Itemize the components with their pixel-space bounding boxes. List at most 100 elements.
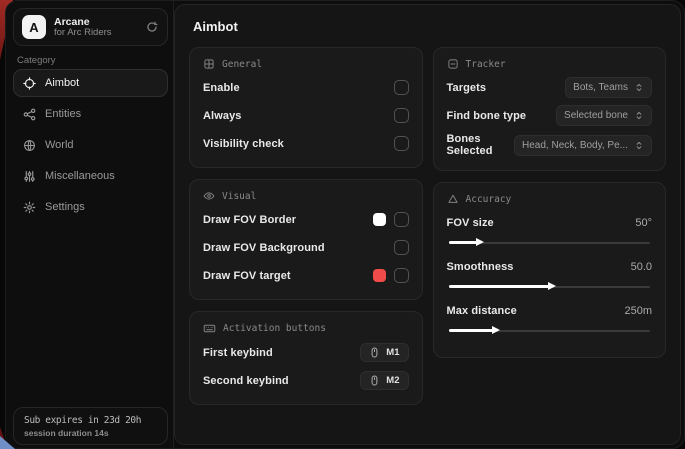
cards-grid: General Enable Always Visibility check — [189, 47, 666, 405]
fov-size-value: 50° — [635, 217, 652, 229]
fov-size-slider[interactable] — [449, 238, 651, 247]
triangle-icon — [447, 193, 459, 205]
brand-card: A Arcane for Arc Riders — [13, 8, 168, 46]
sidebar-item-entities[interactable]: Entities — [13, 100, 168, 128]
sidebar-item-label: Entities — [45, 108, 81, 120]
setting-label: Bones Selected — [447, 133, 515, 157]
brand-name: Arcane — [54, 16, 137, 28]
setting-row: First keybind M1 — [203, 342, 409, 363]
fov-target-color-swatch[interactable] — [373, 269, 386, 282]
slider-fill — [449, 241, 477, 244]
mouse-icon — [369, 375, 380, 386]
draw-fov-border-checkbox[interactable] — [394, 212, 409, 227]
brand-subtitle: for Arc Riders — [54, 28, 137, 39]
page-title: Aimbot — [193, 19, 666, 34]
setting-row: Always — [203, 105, 409, 126]
setting-row: Enable — [203, 77, 409, 98]
setting-label: Visibility check — [203, 138, 284, 150]
setting-row: Find bone type Selected bone — [447, 105, 653, 126]
card-tracker: Tracker Targets Bots, Teams — [433, 47, 667, 171]
card-activation-buttons: Activation buttons First keybind M1 — [189, 311, 423, 405]
select-value: Bots, Teams — [573, 82, 628, 93]
first-keybind-button[interactable]: M1 — [360, 343, 408, 362]
setting-label: Second keybind — [203, 375, 289, 387]
setting-label: Targets — [447, 82, 487, 94]
mouse-icon — [369, 347, 380, 358]
sidebar-item-label: World — [45, 139, 74, 151]
crosshair-icon — [23, 77, 36, 90]
sidebar-item-aimbot[interactable]: Aimbot — [13, 69, 168, 97]
sidebar-item-label: Miscellaneous — [45, 170, 115, 182]
chevrons-up-down-icon — [634, 110, 644, 121]
smoothness-slider[interactable] — [449, 282, 651, 291]
subscription-card: Sub expires in 23d 20h session duration … — [13, 407, 168, 445]
second-keybind-button[interactable]: M2 — [360, 371, 408, 390]
setting-label: Enable — [203, 82, 240, 94]
targets-select[interactable]: Bots, Teams — [565, 77, 652, 98]
setting-row: Smoothness 50.0 — [447, 256, 653, 277]
setting-label: Max distance — [447, 305, 517, 317]
slider-fill — [449, 285, 550, 288]
smoothness-value: 50.0 — [631, 261, 652, 273]
brand-text: Arcane for Arc Riders — [54, 16, 137, 39]
grid-icon — [203, 58, 215, 70]
slider-thumb[interactable] — [476, 238, 484, 246]
gear-icon — [23, 201, 36, 214]
sidebar-item-label: Aimbot — [45, 77, 79, 89]
entities-nodes-icon — [23, 108, 36, 121]
card-title: Tracker — [466, 59, 506, 70]
enable-checkbox[interactable] — [394, 80, 409, 95]
card-visual: Visual Draw FOV Border Draw FOV Backgrou… — [189, 179, 423, 300]
keybind-value: M1 — [386, 347, 399, 358]
sidebar-item-label: Settings — [45, 201, 85, 213]
globe-icon — [23, 139, 36, 152]
session-duration-text: session duration 14s — [24, 428, 157, 438]
card-header: General — [203, 58, 409, 70]
sliders-icon — [23, 170, 36, 183]
setting-row: Visibility check — [203, 133, 409, 154]
select-value: Head, Neck, Body, Pe... — [522, 140, 628, 151]
setting-label: Draw FOV Border — [203, 214, 296, 226]
sidebar-item-settings[interactable]: Settings — [13, 193, 168, 221]
setting-row: Draw FOV Border — [203, 209, 409, 230]
sidebar-nav: Aimbot Entities World — [13, 69, 168, 221]
card-title: General — [222, 59, 262, 70]
fov-border-color-swatch[interactable] — [373, 213, 386, 226]
keyboard-icon — [203, 322, 216, 335]
visibility-check-checkbox[interactable] — [394, 136, 409, 151]
card-general: General Enable Always Visibility check — [189, 47, 423, 168]
card-header: Accuracy — [447, 193, 653, 205]
card-header: Visual — [203, 190, 409, 202]
slider-thumb[interactable] — [492, 326, 500, 334]
sidebar-item-miscellaneous[interactable]: Miscellaneous — [13, 162, 168, 190]
setting-row: Max distance 250m — [447, 300, 653, 321]
category-label: Category — [17, 55, 56, 66]
draw-fov-background-checkbox[interactable] — [394, 240, 409, 255]
main-panel: Aimbot General Enable — [174, 4, 681, 445]
setting-label: Draw FOV target — [203, 270, 291, 282]
sidebar-item-world[interactable]: World — [13, 131, 168, 159]
setting-label: Smoothness — [447, 261, 514, 273]
find-bone-type-select[interactable]: Selected bone — [556, 105, 652, 126]
always-checkbox[interactable] — [394, 108, 409, 123]
max-distance-value: 250m — [624, 305, 652, 317]
draw-fov-target-checkbox[interactable] — [394, 268, 409, 283]
right-column: Tracker Targets Bots, Teams — [433, 47, 667, 405]
sidebar: A Arcane for Arc Riders Category Aimbot — [6, 1, 174, 448]
setting-label: FOV size — [447, 217, 494, 229]
card-accuracy: Accuracy FOV size 50° Smoothness — [433, 182, 667, 358]
setting-label: Draw FOV Background — [203, 242, 325, 254]
card-title: Visual — [222, 191, 256, 202]
max-distance-slider[interactable] — [449, 326, 651, 335]
refresh-icon[interactable] — [145, 20, 159, 34]
card-header: Activation buttons — [203, 322, 409, 335]
brand-logo: A — [22, 15, 46, 39]
minus-square-icon — [447, 58, 459, 70]
bones-selected-select[interactable]: Head, Neck, Body, Pe... — [514, 135, 652, 156]
slider-fill — [449, 329, 493, 332]
eye-icon — [203, 190, 215, 202]
card-title: Accuracy — [466, 194, 512, 205]
chevrons-up-down-icon — [634, 82, 644, 93]
slider-thumb[interactable] — [548, 282, 556, 290]
setting-row: Draw FOV Background — [203, 237, 409, 258]
